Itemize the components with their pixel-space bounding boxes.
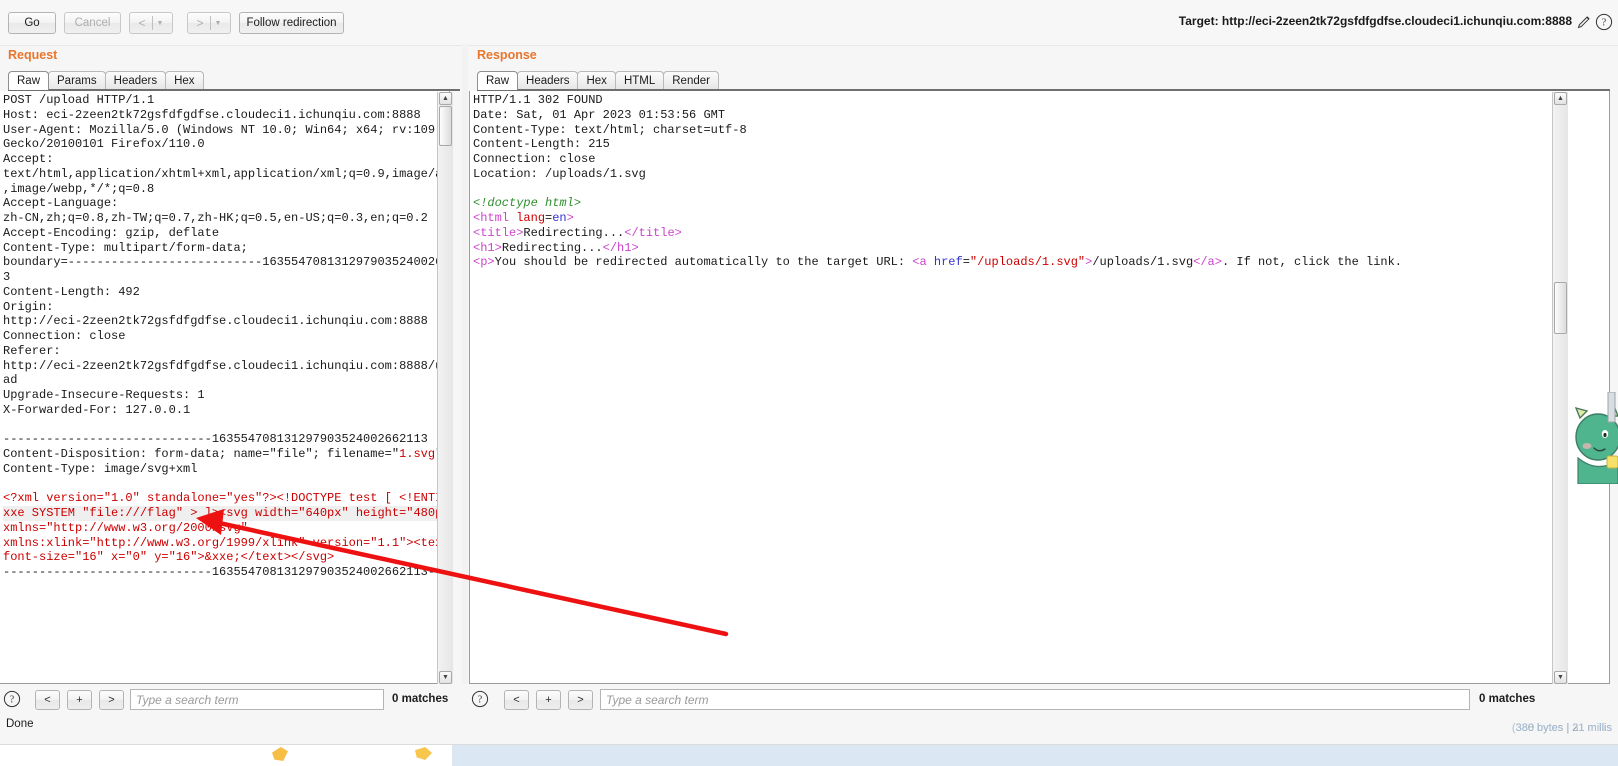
bottom-strip: [0, 744, 1618, 766]
response-panel: Response Raw Headers Hex HTML Render HTT…: [468, 44, 1618, 684]
response-metrics: 380 bytes | 21 millis (388 bytes | 31 mi…: [1512, 722, 1612, 734]
search-prev-label: <: [44, 694, 51, 706]
svg-text:?: ?: [1602, 18, 1607, 29]
bottom-decoration-icon: [272, 747, 288, 761]
response-editor[interactable]: HTTP/1.1 302 FOUND Date: Sat, 01 Apr 2023…: [469, 91, 1610, 684]
request-vertical-scrollbar[interactable]: ▲ ▼: [437, 92, 453, 684]
request-tab-bar: Raw Params Headers Hex: [8, 70, 204, 90]
target-label: Target: http://eci-2zeen2tk72gsfdfgdfse.…: [1178, 14, 1572, 28]
status-text: Done: [6, 718, 34, 730]
chevron-right-icon: >: [196, 16, 204, 30]
search-next-button[interactable]: >: [568, 690, 593, 710]
request-raw-text: POST /upload HTTP/1.1 Host: eci-2zeen2tk7…: [3, 93, 449, 580]
follow-redirection-label: Follow redirection: [246, 17, 337, 29]
chevron-left-icon: <: [138, 16, 146, 30]
scroll-down-arrow-icon[interactable]: ▼: [1554, 671, 1567, 684]
back-history-button[interactable]: < ▼: [129, 12, 173, 34]
tab-label: Params: [57, 75, 97, 87]
response-raw-text: HTTP/1.1 302 FOUND Date: Sat, 01 Apr 2023…: [473, 93, 1402, 270]
search-next-label: >: [577, 694, 584, 706]
tab-request-params[interactable]: Params: [48, 71, 106, 90]
svg-text:?: ?: [10, 695, 15, 706]
scrollbar-thumb[interactable]: [1554, 282, 1567, 334]
svg-text:?: ?: [478, 695, 483, 706]
response-search-row: ? < + > 0 matches: [468, 688, 1618, 714]
go-button[interactable]: Go: [8, 12, 56, 34]
tab-response-render[interactable]: Render: [663, 71, 719, 90]
search-prev-button[interactable]: <: [35, 690, 60, 710]
response-match-count: 0 matches: [1479, 693, 1536, 705]
tab-response-raw[interactable]: Raw: [477, 71, 519, 90]
request-editor[interactable]: POST /upload HTTP/1.1 Host: eci-2zeen2tk7…: [0, 91, 450, 684]
status-bar: Done 380 bytes | 21 millis (388 bytes | …: [0, 716, 1618, 744]
button-divider: [209, 16, 211, 30]
search-next-button[interactable]: >: [99, 690, 124, 710]
burp-repeater-window: Go Cancel < ▼ > ▼ Follow redirection Tar…: [0, 0, 1618, 766]
response-panel-title: Response: [477, 48, 537, 62]
tab-label: Headers: [526, 75, 570, 87]
tab-label: Raw: [486, 75, 510, 87]
search-add-button[interactable]: +: [67, 690, 92, 710]
scroll-up-arrow-icon[interactable]: ▲: [439, 92, 452, 105]
response-metrics-overlay: (388 bytes | 31 millis: [1511, 722, 1612, 734]
search-prev-button[interactable]: <: [504, 690, 529, 710]
tab-label: Raw: [17, 75, 41, 87]
help-icon[interactable]: ?: [1595, 13, 1613, 31]
search-prev-label: <: [513, 694, 520, 706]
tab-label: Hex: [174, 75, 195, 87]
chevron-down-icon: ▼: [156, 19, 164, 27]
tab-label: Headers: [113, 75, 158, 87]
tab-label: HTML: [623, 75, 656, 87]
tab-request-hex[interactable]: Hex: [165, 71, 204, 90]
request-match-count: 0 matches: [392, 693, 449, 705]
button-divider: [151, 16, 153, 30]
search-add-label: +: [545, 694, 552, 706]
tab-response-hex[interactable]: Hex: [577, 71, 616, 90]
response-tab-bar: Raw Headers Hex HTML Render: [477, 70, 719, 90]
bottom-decoration-icon: [415, 747, 432, 760]
search-next-label: >: [108, 694, 115, 706]
bottom-strip-blue-region: [452, 745, 1618, 766]
scroll-up-arrow-icon[interactable]: ▲: [1554, 92, 1567, 105]
tab-request-headers[interactable]: Headers: [104, 71, 167, 90]
tab-request-raw[interactable]: Raw: [8, 71, 50, 90]
response-search-input[interactable]: [600, 689, 1470, 710]
search-add-label: +: [76, 694, 83, 706]
request-panel: Request Raw Params Headers Hex POST /upl…: [0, 44, 468, 684]
response-vertical-scrollbar[interactable]: ▲ ▼: [1552, 92, 1568, 684]
request-panel-title: Request: [8, 48, 58, 62]
tab-label: Hex: [586, 75, 607, 87]
scrollbar-thumb[interactable]: [439, 106, 452, 146]
follow-redirection-button[interactable]: Follow redirection: [239, 12, 344, 34]
request-search-row: ? < + > 0 matches: [0, 688, 468, 714]
search-add-button[interactable]: +: [536, 690, 561, 710]
help-icon[interactable]: ?: [471, 690, 489, 708]
cancel-button-label: Cancel: [74, 17, 111, 29]
help-icon[interactable]: ?: [3, 690, 21, 708]
forward-history-button[interactable]: > ▼: [187, 12, 231, 34]
tab-label: Render: [672, 75, 710, 87]
cancel-button[interactable]: Cancel: [64, 12, 121, 34]
go-button-label: Go: [24, 17, 40, 29]
pencil-icon[interactable]: [1576, 14, 1592, 30]
scroll-down-arrow-icon[interactable]: ▼: [439, 671, 452, 684]
chevron-down-icon: ▼: [214, 19, 222, 27]
tab-response-html[interactable]: HTML: [614, 71, 665, 90]
top-toolbar: Go Cancel < ▼ > ▼ Follow redirection Tar…: [0, 0, 1618, 46]
request-search-input[interactable]: [130, 689, 384, 710]
tab-response-headers[interactable]: Headers: [517, 71, 579, 90]
